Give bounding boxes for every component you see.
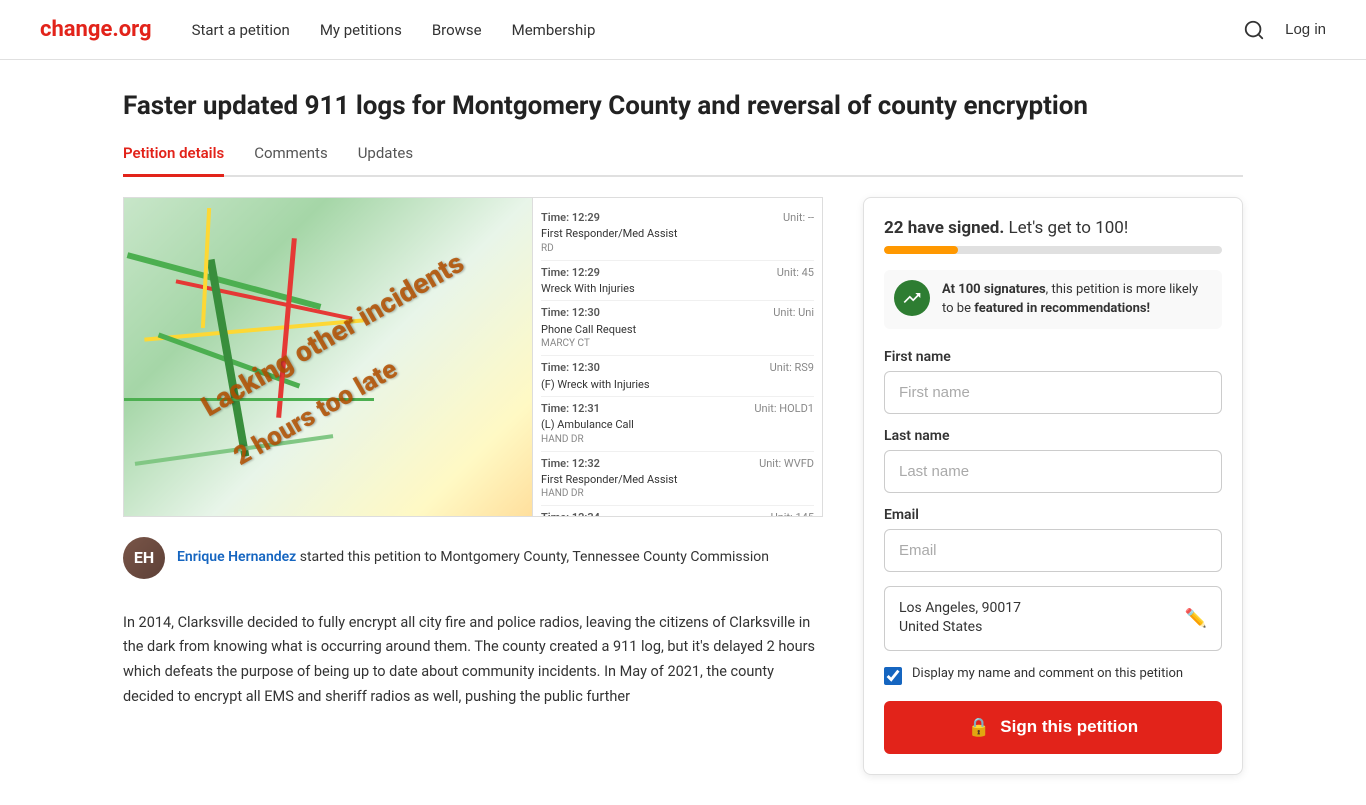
search-button[interactable] bbox=[1243, 19, 1265, 41]
sign-petition-button[interactable]: 🔒 Sign this petition bbox=[884, 701, 1222, 754]
left-column: Lacking other incidents 2 hours too late… bbox=[123, 197, 823, 710]
author-line: EH Enrique Hernandez started this petiti… bbox=[123, 537, 823, 595]
main-container: Faster updated 911 logs for Montgomery C… bbox=[83, 60, 1283, 805]
incident-row: Time: 12:29 Unit: 45 Wreck With Injuries bbox=[541, 261, 814, 302]
feature-text: At 100 signatures, this petition is more… bbox=[942, 280, 1212, 319]
progress-bar-fill bbox=[884, 246, 958, 254]
location-row[interactable]: Los Angeles, 90017 United States ✏️ bbox=[884, 586, 1222, 651]
incident-row: Time: 12:29 Unit: -- First Responder/Med… bbox=[541, 206, 814, 261]
tab-updates[interactable]: Updates bbox=[358, 144, 413, 177]
nav-start-petition[interactable]: Start a petition bbox=[192, 17, 290, 43]
location-city: Los Angeles, 90017 bbox=[899, 599, 1021, 619]
signature-box: 22 have signed. Let's get to 100! At bbox=[863, 197, 1243, 775]
petition-title: Faster updated 911 logs for Montgomery C… bbox=[123, 90, 1243, 124]
nav-membership[interactable]: Membership bbox=[512, 17, 596, 43]
email-label: Email bbox=[884, 507, 1222, 523]
incident-row: Time: 12:31 Unit: HOLD1 (L) Ambulance Ca… bbox=[541, 397, 814, 452]
last-name-input[interactable] bbox=[884, 450, 1222, 493]
search-icon bbox=[1243, 19, 1265, 41]
tab-petition-details[interactable]: Petition details bbox=[123, 144, 224, 177]
signed-count: 22 have signed. bbox=[884, 218, 1004, 238]
logo[interactable]: change.org bbox=[40, 17, 152, 42]
header: change.org Start a petition My petitions… bbox=[0, 0, 1366, 60]
goal-text: Let's get to 100! bbox=[1009, 218, 1129, 238]
author-text: Enrique Hernandez started this petition … bbox=[177, 548, 769, 568]
author-avatar: EH bbox=[123, 537, 165, 579]
checkbox-row: Display my name and comment on this peti… bbox=[884, 665, 1222, 685]
incident-row: Time: 12:30 Unit: RS9 (F) Wreck with Inj… bbox=[541, 356, 814, 397]
author-name[interactable]: Enrique Hernandez bbox=[177, 549, 296, 565]
feature-notice: At 100 signatures, this petition is more… bbox=[884, 270, 1222, 329]
login-button[interactable]: Log in bbox=[1285, 21, 1326, 38]
incident-row: Time: 12:30 Unit: Uni Phone Call Request… bbox=[541, 301, 814, 356]
last-name-label: Last name bbox=[884, 428, 1222, 444]
main-nav: Start a petition My petitions Browse Mem… bbox=[192, 17, 1244, 43]
tabs: Petition details Comments Updates bbox=[123, 144, 1243, 177]
trending-icon bbox=[894, 280, 930, 316]
tab-comments[interactable]: Comments bbox=[254, 144, 328, 177]
feature-threshold: At 100 signatures bbox=[942, 282, 1046, 297]
lock-icon: 🔒 bbox=[968, 717, 990, 738]
progress-bar-container bbox=[884, 246, 1222, 254]
first-name-input[interactable] bbox=[884, 371, 1222, 414]
first-name-label: First name bbox=[884, 349, 1222, 365]
header-right: Log in bbox=[1243, 19, 1326, 41]
sign-btn-label: Sign this petition bbox=[1000, 717, 1138, 737]
incident-row: Time: 12:32 Unit: WVFD First Responder/M… bbox=[541, 452, 814, 507]
incident-row: Time: 12:34 Unit: 145 Alarm DUNBAR CAVE … bbox=[541, 506, 814, 515]
petition-image: Lacking other incidents 2 hours too late… bbox=[123, 197, 823, 517]
display-name-checkbox[interactable] bbox=[884, 667, 902, 685]
nav-my-petitions[interactable]: My petitions bbox=[320, 17, 402, 43]
right-column: 22 have signed. Let's get to 100! At bbox=[863, 197, 1243, 775]
nav-browse[interactable]: Browse bbox=[432, 17, 482, 43]
display-name-label: Display my name and comment on this peti… bbox=[912, 665, 1183, 683]
email-input[interactable] bbox=[884, 529, 1222, 572]
location-text: Los Angeles, 90017 United States bbox=[899, 599, 1021, 638]
content-grid: Lacking other incidents 2 hours too late… bbox=[123, 197, 1243, 775]
signature-count: 22 have signed. Let's get to 100! bbox=[884, 218, 1222, 238]
incident-panel: Time: 12:29 Unit: -- First Responder/Med… bbox=[532, 198, 822, 516]
location-country: United States bbox=[899, 618, 1021, 638]
petition-body: In 2014, Clarksville decided to fully en… bbox=[123, 611, 823, 710]
edit-location-icon[interactable]: ✏️ bbox=[1185, 608, 1207, 629]
feature-highlight: featured in recommendations! bbox=[974, 301, 1150, 316]
